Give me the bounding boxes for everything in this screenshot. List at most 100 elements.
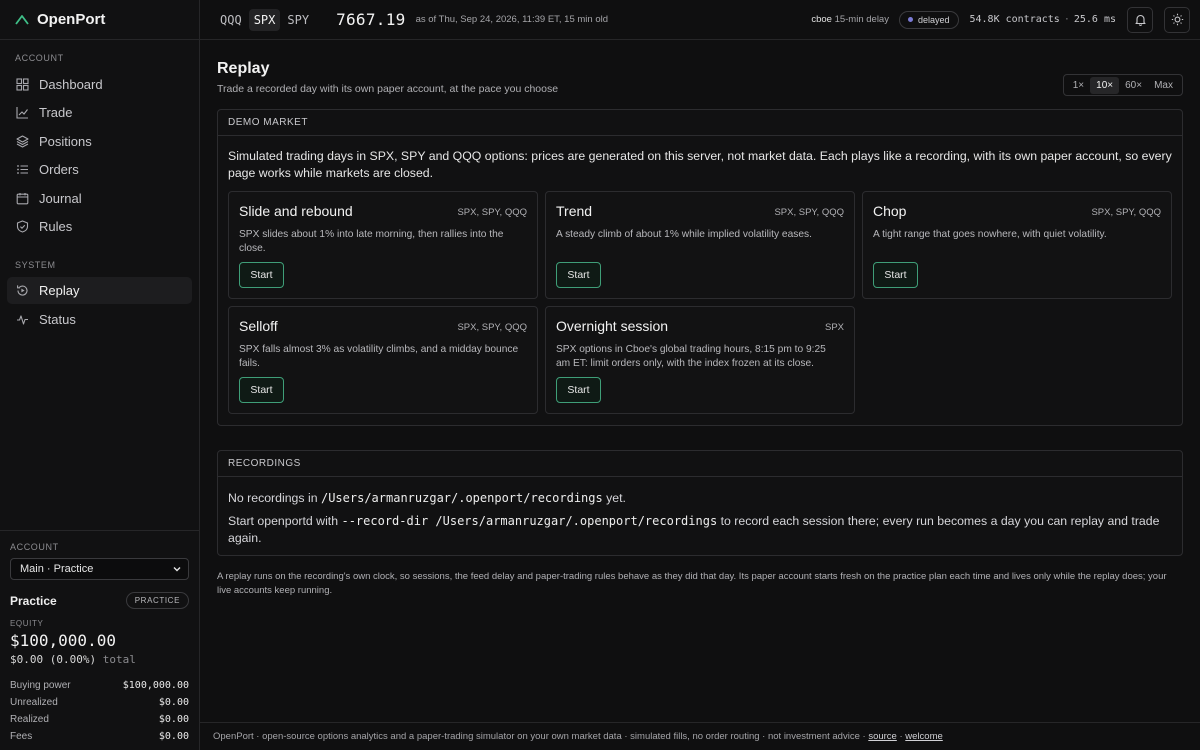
bell-icon	[1134, 14, 1146, 26]
scenario-description: A steady climb of about 1% while implied…	[556, 229, 812, 240]
sidebar-item-trade[interactable]: Trade	[7, 99, 192, 126]
account-stats: Buying power $100,000.00 Unrealized $0.0…	[10, 677, 189, 745]
replay-speed-selector: 1× 10× 60× Max	[1062, 74, 1183, 96]
speed-10x-button[interactable]: 10×	[1090, 76, 1120, 94]
status-dot-icon	[907, 17, 913, 22]
scenario-description: SPX slides about 1% into late morning, t…	[239, 229, 504, 254]
chart-line-icon	[16, 106, 29, 119]
replay-footnote: A replay runs on the recording's own clo…	[217, 571, 1167, 596]
sidebar-item-positions[interactable]: Positions	[7, 128, 192, 155]
latency: 25.6 ms	[1073, 14, 1116, 25]
scenario-card-overnight-session: Overnight session SPX SPX options in Cbo…	[545, 306, 855, 414]
recordings-hint: Start openportd with --record-dir /Users…	[228, 513, 1172, 547]
scenario-title: Selloff	[239, 318, 278, 334]
activity-icon	[16, 313, 29, 326]
demo-market-intro: Simulated trading days in SPX, SPY and Q…	[228, 149, 1172, 180]
stat-label: Unrealized	[10, 697, 58, 708]
list-icon	[16, 163, 29, 176]
stat-value: $100,000.00	[122, 680, 189, 691]
openport-logo-icon	[15, 14, 29, 25]
brand-name: OpenPort	[37, 11, 106, 28]
nav-account-section: ACCOUNT Dashboard Trade Positions Orders	[0, 40, 199, 333]
page-footer: OpenPort · open-source options analytics…	[200, 722, 1200, 750]
stat-unrealized: Unrealized $0.00	[10, 694, 189, 711]
plan-name: Practice	[10, 593, 57, 608]
start-button[interactable]: Start	[239, 377, 284, 403]
sidebar-item-orders[interactable]: Orders	[7, 156, 192, 183]
recordings-empty-message: No recordings in /Users/armanruzgar/.ope…	[228, 490, 1172, 507]
demo-market-panel: DEMO MARKET Simulated trading days in SP…	[217, 109, 1183, 426]
account-label: ACCOUNT	[10, 542, 59, 552]
recordings-panel: RECORDINGS No recordings in /Users/arman…	[217, 450, 1183, 556]
plan-badge: PRACTICE	[125, 592, 189, 609]
scenario-title: Slide and rebound	[239, 203, 353, 219]
scenario-title: Trend	[556, 203, 593, 219]
feed-stats: 54.8K contracts · 25.6 ms	[970, 14, 1117, 25]
brand[interactable]: OpenPort	[0, 0, 199, 40]
page-subtitle: Trade a recorded day with its own paper …	[217, 83, 559, 95]
topbar-right: cboe 15-min delay delayed 54.8K contract…	[811, 6, 1190, 33]
scenario-title: Overnight session	[556, 318, 669, 334]
equity-value: $100,000.00	[10, 631, 116, 650]
sun-icon	[1171, 13, 1183, 26]
page-header: Replay Trade a recorded day with its own…	[217, 40, 1183, 109]
topbar: QQQ SPX SPY 7667.19 as of Thu, Sep 24, 2…	[200, 0, 1200, 40]
stat-label: Fees	[10, 731, 33, 742]
tab-symbol-qqq[interactable]: QQQ	[215, 9, 247, 31]
layers-icon	[16, 134, 29, 148]
account-panel: ACCOUNT Main · Practice Practice PRACTIC…	[0, 530, 199, 750]
stat-fees: Fees $0.00	[10, 728, 189, 745]
equity-label: EQUITY	[10, 619, 44, 628]
nav-heading-system: SYSTEM	[15, 259, 56, 270]
symbol-tabs: QQQ SPX SPY	[215, 8, 314, 31]
chevron-down-icon	[173, 567, 181, 572]
underlying-price: 7667.19	[336, 10, 406, 29]
footer-link-welcome[interactable]: welcome	[905, 731, 943, 742]
tab-symbol-spy[interactable]: SPY	[282, 9, 314, 31]
nav-heading-account: ACCOUNT	[15, 53, 64, 63]
start-button[interactable]: Start	[239, 262, 284, 288]
price-timestamp: as of Thu, Sep 24, 2026, 11:39 ET, 15 mi…	[415, 14, 609, 25]
sidebar-item-label: Trade	[39, 105, 73, 120]
empty-prefix: No recordings in	[228, 491, 318, 505]
speed-1x-button[interactable]: 1×	[1067, 77, 1090, 94]
equity-change-suffix: total	[102, 653, 136, 666]
notifications-button[interactable]	[1127, 6, 1153, 33]
start-button[interactable]: Start	[873, 262, 918, 288]
calendar-icon	[16, 192, 29, 205]
scenario-card-trend: Trend SPX, SPY, QQQ A steady climb of ab…	[545, 191, 855, 299]
start-button[interactable]: Start	[556, 377, 601, 403]
start-button[interactable]: Start	[556, 262, 601, 288]
sidebar-item-label: Rules	[39, 219, 73, 234]
shield-icon	[16, 220, 29, 233]
speed-60x-button[interactable]: 60×	[1119, 77, 1148, 94]
equity-change-value: $0.00 (0.00%)	[10, 653, 97, 666]
sidebar-item-dashboard[interactable]: Dashboard	[7, 71, 192, 98]
stats-separator: ·	[1063, 14, 1070, 25]
sidebar-item-status[interactable]: Status	[7, 306, 192, 333]
stat-value: $0.00	[158, 697, 189, 708]
sidebar-item-replay[interactable]: Replay	[7, 277, 192, 304]
scenario-description: SPX falls almost 3% as volatility climbs…	[239, 344, 519, 369]
scenario-card-slide-and-rebound: Slide and rebound SPX, SPY, QQQ SPX slid…	[228, 191, 538, 299]
sidebar: OpenPort ACCOUNT Dashboard Trade Positio…	[0, 0, 200, 750]
contracts-count: 54.8K contracts	[969, 14, 1060, 25]
stat-value: $0.00	[158, 731, 189, 742]
scenario-description: SPX options in Cboe's global trading hou…	[556, 344, 826, 369]
empty-suffix: yet.	[606, 491, 626, 505]
scenario-card-chop: Chop SPX, SPY, QQQ A tight range that go…	[862, 191, 1172, 299]
plan-row: Practice PRACTICE	[10, 592, 189, 609]
sidebar-item-label: Journal	[39, 190, 82, 206]
footer-separator: ·	[899, 731, 903, 742]
account-select[interactable]: Main · Practice	[10, 558, 189, 580]
theme-toggle-button[interactable]	[1164, 6, 1190, 33]
sidebar-item-journal[interactable]: Journal	[7, 185, 192, 212]
feed-delay: 15-min delay	[834, 14, 889, 25]
speed-max-button[interactable]: Max	[1148, 77, 1179, 94]
sidebar-item-label: Replay	[39, 283, 80, 298]
sidebar-item-rules[interactable]: Rules	[7, 213, 192, 240]
tab-symbol-spx[interactable]: SPX	[248, 8, 281, 31]
hint-prefix: Start openportd with	[228, 514, 339, 528]
footer-link-source[interactable]: source	[868, 731, 897, 742]
sidebar-item-label: Positions	[39, 133, 92, 149]
